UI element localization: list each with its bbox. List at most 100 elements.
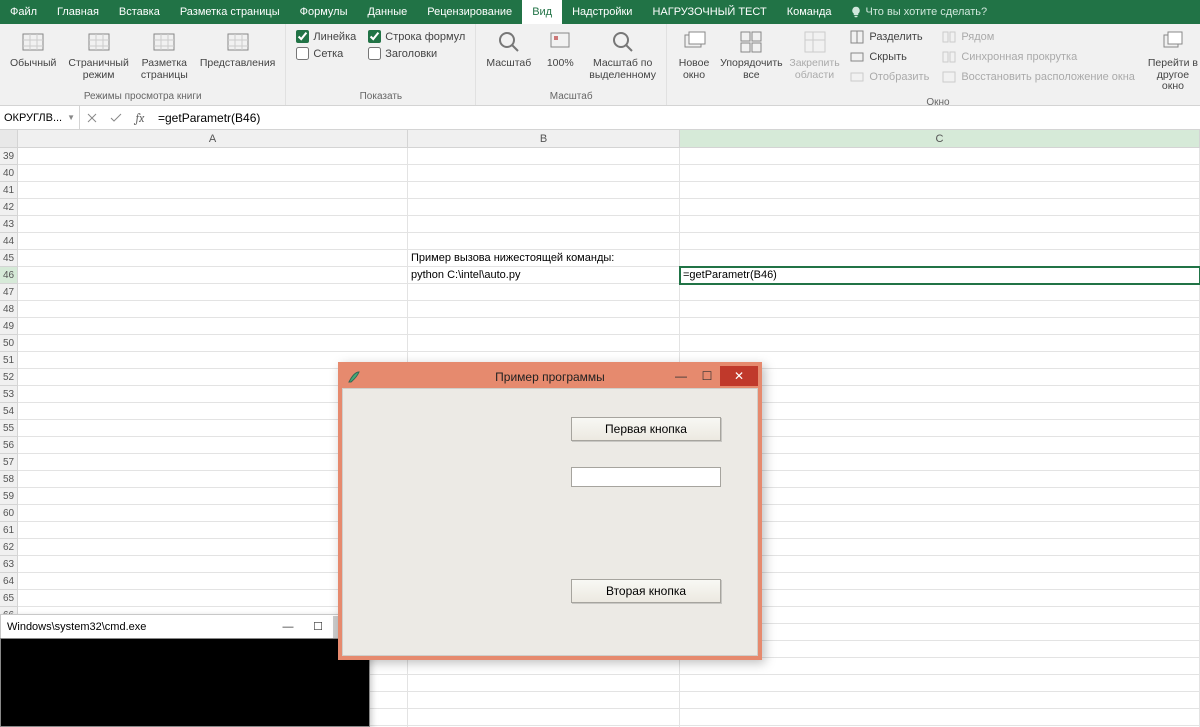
cell[interactable] (408, 148, 680, 165)
cell[interactable] (18, 233, 408, 250)
view-mode-button[interactable]: Представления (196, 26, 280, 72)
switch-window-button[interactable]: Перейти в другое окно (1143, 26, 1200, 95)
cell[interactable]: python C:\intel\auto.py (408, 267, 680, 284)
row-header[interactable]: 47 (0, 284, 18, 301)
cell[interactable] (18, 148, 408, 165)
row-header[interactable]: 44 (0, 233, 18, 250)
menu-tab-нагрузочный-тест[interactable]: НАГРУЗОЧНЫЙ ТЕСТ (642, 0, 776, 24)
cell[interactable] (408, 199, 680, 216)
cell[interactable] (18, 284, 408, 301)
row-header[interactable]: 63 (0, 556, 18, 573)
arrange-button[interactable]: Упорядочить все (719, 26, 784, 83)
zoom-100-button[interactable]: 100% (539, 26, 581, 72)
menu-tab-разметка-страницы[interactable]: Разметка страницы (170, 0, 290, 24)
cell[interactable] (680, 233, 1200, 250)
row-header[interactable]: 40 (0, 165, 18, 182)
menu-tab-данные[interactable]: Данные (357, 0, 417, 24)
cell[interactable] (408, 216, 680, 233)
cell[interactable] (408, 709, 680, 726)
cell[interactable] (18, 267, 408, 284)
cell[interactable] (408, 233, 680, 250)
cell[interactable]: Пример вызова нижестоящей команды: (408, 250, 680, 267)
cell[interactable] (680, 318, 1200, 335)
freeze-button[interactable]: Закрепить области (788, 26, 842, 83)
cell[interactable] (18, 335, 408, 352)
sync-button[interactable]: Синхронная прокрутка (939, 48, 1137, 66)
cell[interactable] (408, 284, 680, 301)
unhide-button[interactable]: Отобразить (847, 68, 931, 86)
tk-entry[interactable] (571, 467, 721, 487)
row-header[interactable]: 41 (0, 182, 18, 199)
row-header[interactable]: 60 (0, 505, 18, 522)
row-header[interactable]: 65 (0, 590, 18, 607)
row-header[interactable]: 52 (0, 369, 18, 386)
cell[interactable] (408, 658, 680, 675)
hide-button[interactable]: Скрыть (847, 48, 931, 66)
menu-tab-главная[interactable]: Главная (47, 0, 109, 24)
chk-heads[interactable]: Заголовки (368, 47, 465, 60)
select-all-corner[interactable] (0, 130, 18, 147)
row-header[interactable]: 48 (0, 301, 18, 318)
cell[interactable]: =getParametr(B46) (680, 267, 1200, 284)
cell[interactable] (408, 335, 680, 352)
cell[interactable] (680, 250, 1200, 267)
row-header[interactable]: 62 (0, 539, 18, 556)
cmd-maximize-button[interactable]: ☐ (303, 616, 333, 638)
tell-me[interactable]: Что вы хотите сделать? (842, 0, 996, 24)
side-button[interactable]: Рядом (939, 28, 1137, 46)
view-mode-button[interactable]: Обычный (6, 26, 60, 72)
tkinter-titlebar[interactable]: Пример программы ― ☐ ✕ (342, 366, 758, 388)
split-button[interactable]: Разделить (847, 28, 931, 46)
tk-minimize-button[interactable]: ― (668, 366, 694, 386)
row-header[interactable]: 55 (0, 420, 18, 437)
new-window-button[interactable]: Новое окно (673, 26, 715, 83)
cell[interactable] (18, 165, 408, 182)
row-header[interactable]: 51 (0, 352, 18, 369)
cell[interactable] (680, 284, 1200, 301)
row-header[interactable]: 46 (0, 267, 18, 284)
cell[interactable] (680, 675, 1200, 692)
menu-tab-файл[interactable]: Файл (0, 0, 47, 24)
cell[interactable] (18, 318, 408, 335)
row-header[interactable]: 58 (0, 471, 18, 488)
chk-grid-input[interactable] (296, 47, 309, 60)
cell[interactable] (680, 658, 1200, 675)
menu-tab-команда[interactable]: Команда (777, 0, 842, 24)
row-header[interactable]: 59 (0, 488, 18, 505)
menu-tab-надстройки[interactable]: Надстройки (562, 0, 642, 24)
fx-button[interactable]: fx (128, 111, 152, 125)
row-header[interactable]: 53 (0, 386, 18, 403)
cmd-body[interactable] (0, 638, 370, 727)
tk-maximize-button[interactable]: ☐ (694, 366, 720, 386)
row-header[interactable]: 39 (0, 148, 18, 165)
reset-button[interactable]: Восстановить расположение окна (939, 68, 1137, 86)
cell[interactable] (408, 692, 680, 709)
row-header[interactable]: 43 (0, 216, 18, 233)
cell[interactable] (680, 182, 1200, 199)
chk-grid[interactable]: Сетка (296, 47, 356, 60)
view-mode-button[interactable]: Страничный режим (64, 26, 132, 83)
cancel-formula-button[interactable] (80, 113, 104, 123)
cell[interactable] (18, 216, 408, 233)
chk-ruler[interactable]: Линейка (296, 30, 356, 43)
chk-heads-input[interactable] (368, 47, 381, 60)
menu-tab-вставка[interactable]: Вставка (109, 0, 170, 24)
chk-ruler-input[interactable] (296, 30, 309, 43)
formula-input[interactable]: =getParametr(B46) (152, 106, 1200, 129)
cell[interactable] (408, 165, 680, 182)
row-header[interactable]: 45 (0, 250, 18, 267)
cell[interactable] (18, 250, 408, 267)
chk-formbar-input[interactable] (368, 30, 381, 43)
accept-formula-button[interactable] (104, 113, 128, 123)
chk-formbar[interactable]: Строка формул (368, 30, 465, 43)
cell[interactable] (18, 182, 408, 199)
col-header[interactable]: A (18, 130, 408, 147)
cell[interactable] (680, 216, 1200, 233)
cell[interactable] (680, 709, 1200, 726)
cmd-minimize-button[interactable]: ― (273, 616, 303, 638)
menu-tab-вид[interactable]: Вид (522, 0, 562, 24)
row-header[interactable]: 49 (0, 318, 18, 335)
zoom-button[interactable]: Масштаб (482, 26, 535, 72)
menu-tab-рецензирование[interactable]: Рецензирование (417, 0, 522, 24)
tk-close-button[interactable]: ✕ (720, 366, 758, 386)
